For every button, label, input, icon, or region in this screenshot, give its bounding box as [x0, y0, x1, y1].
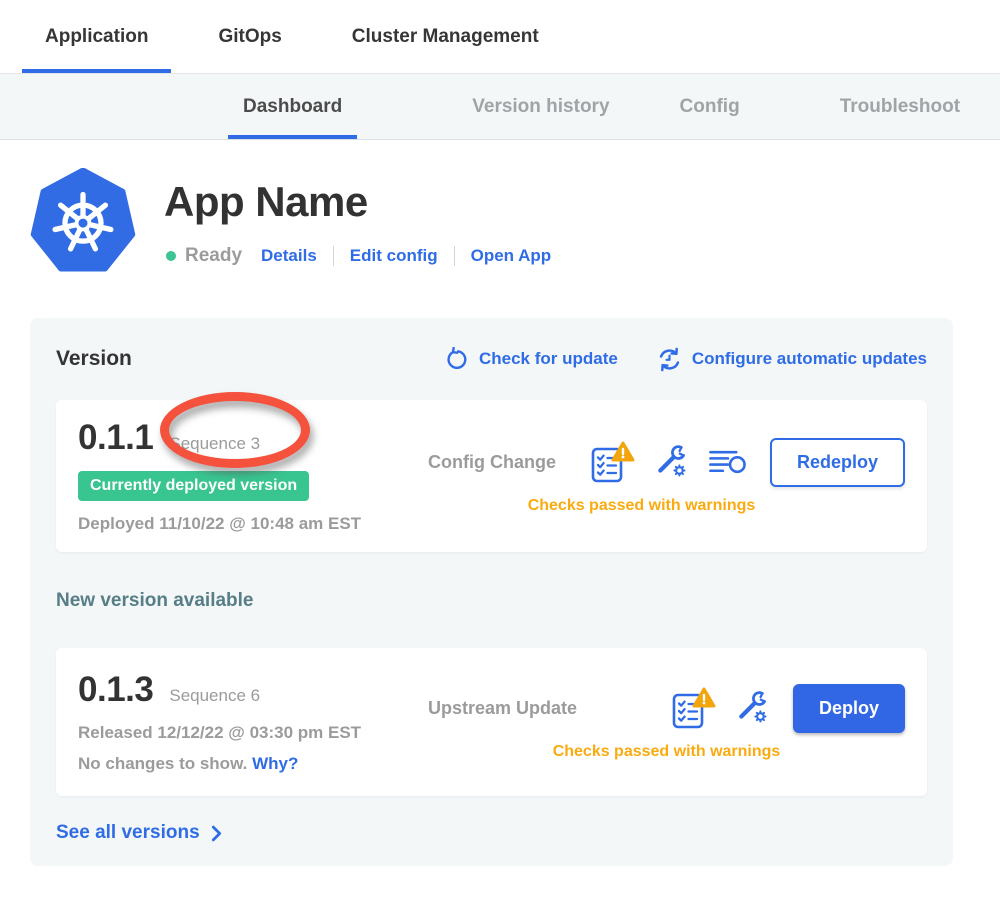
preflight-checks-icon[interactable]: [671, 686, 717, 730]
details-link[interactable]: Details: [261, 246, 317, 266]
divider: [333, 246, 334, 266]
currently-deployed-badge: Currently deployed version: [78, 471, 309, 501]
current-version-source: Config Change: [428, 452, 556, 473]
deploy-button[interactable]: Deploy: [793, 684, 905, 733]
tab-troubleshoot[interactable]: Troubleshoot: [825, 74, 975, 139]
version-panel-title: Version: [56, 347, 132, 371]
tab-version-history[interactable]: Version history: [457, 74, 624, 139]
version-panel: Version Check for update: [30, 318, 953, 866]
tab-config[interactable]: Config: [665, 74, 755, 139]
why-link[interactable]: Why?: [252, 754, 298, 773]
ready-status-dot-icon: [166, 251, 176, 261]
configure-automatic-updates-label: Configure automatic updates: [692, 349, 927, 369]
tab-dashboard[interactable]: Dashboard: [228, 74, 357, 139]
refresh-icon: [445, 347, 470, 372]
configure-automatic-updates-link[interactable]: Configure automatic updates: [656, 346, 927, 373]
current-checks-status: Checks passed with warnings: [428, 497, 855, 515]
page-title: App Name: [164, 178, 368, 226]
tab-cluster-management[interactable]: Cluster Management: [329, 0, 562, 73]
no-changes-text: No changes to show. Why?: [78, 754, 408, 774]
app-status-row: Ready Details Edit config Open App: [166, 243, 551, 269]
current-version-card: 0.1.1 Sequence 3 Currently deployed vers…: [56, 400, 927, 552]
edit-config-values-icon[interactable]: [654, 444, 690, 480]
auto-update-schedule-icon: [656, 346, 683, 373]
check-for-update-label: Check for update: [479, 349, 618, 369]
preflight-checks-icon[interactable]: [590, 440, 636, 484]
chevron-right-icon: [211, 825, 222, 842]
see-all-versions-label: See all versions: [56, 822, 200, 844]
redeploy-button[interactable]: Redeploy: [770, 438, 905, 487]
edit-config-link[interactable]: Edit config: [350, 246, 438, 266]
open-app-link[interactable]: Open App: [471, 246, 552, 266]
edit-config-values-icon[interactable]: [735, 690, 771, 726]
current-version-number: 0.1.1: [78, 418, 153, 458]
tab-gitops[interactable]: GitOps: [195, 0, 304, 73]
check-for-update-link[interactable]: Check for update: [445, 347, 618, 372]
available-version-number: 0.1.3: [78, 670, 153, 710]
new-version-available-heading: New version available: [56, 590, 927, 612]
secondary-nav: Dashboard Version history Config Trouble…: [0, 74, 1000, 140]
see-all-versions-link[interactable]: See all versions: [56, 822, 222, 844]
version-panel-header: Version Check for update: [56, 344, 927, 374]
deployed-timestamp: Deployed 11/10/22 @ 10:48 am EST: [78, 514, 408, 534]
available-version-card: 0.1.3 Sequence 6 Released 12/12/22 @ 03:…: [56, 648, 927, 796]
available-version-sequence: Sequence 6: [169, 686, 260, 706]
released-timestamp: Released 12/12/22 @ 03:30 pm EST: [78, 723, 408, 743]
divider: [454, 246, 455, 266]
available-checks-status: Checks passed with warnings: [428, 743, 905, 761]
current-version-sequence: Sequence 3: [169, 434, 260, 454]
view-files-diff-icon[interactable]: [708, 447, 748, 478]
kubernetes-logo-icon: [30, 168, 136, 274]
tab-application[interactable]: Application: [22, 0, 171, 73]
available-version-source: Upstream Update: [428, 698, 577, 719]
primary-nav: Application GitOps Cluster Management: [0, 0, 1000, 74]
app-status-text: Ready: [185, 245, 242, 267]
